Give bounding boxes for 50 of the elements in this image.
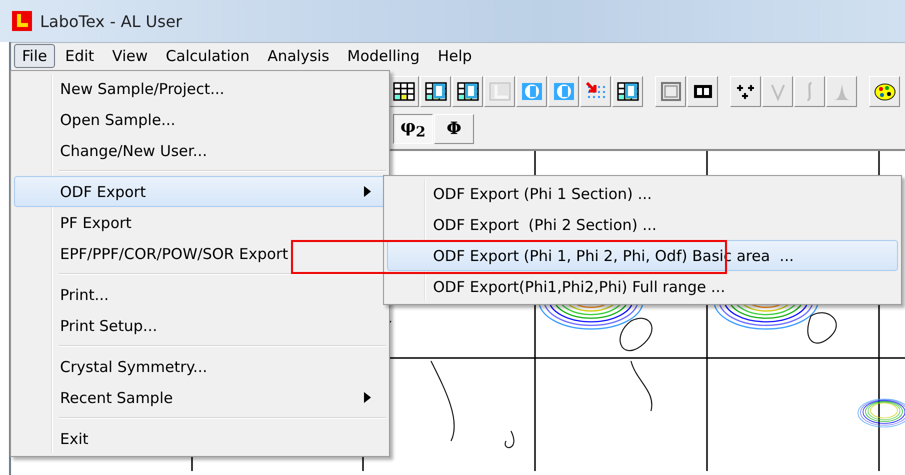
menu-bar-item[interactable]: Edit: [57, 44, 102, 68]
menu-item-label: Crystal Symmetry...: [60, 358, 208, 376]
menu-item-label: Print...: [60, 286, 109, 304]
menu-item-label: ODF Export: [60, 182, 146, 200]
menu-item[interactable]: Open Sample...: [14, 104, 386, 135]
toolbar-button[interactable]: [730, 76, 761, 107]
menu-item[interactable]: Change/New User...: [14, 135, 386, 166]
menu-item[interactable]: Exit: [14, 423, 386, 454]
menu-item-label: EPF/PPF/COR/POW/SOR Export: [60, 244, 288, 262]
grid-icon: [392, 80, 416, 103]
submenu-item[interactable]: ODF Export (Phi 2 Section) ...: [387, 209, 898, 240]
submenu-item[interactable]: ODF Export(Phi1,Phi2,Phi) Full range ...: [387, 271, 898, 302]
menu-bar-item[interactable]: File: [14, 44, 56, 68]
toolbar-button[interactable]: [612, 76, 643, 107]
app-logo-icon: [12, 11, 32, 31]
menu-item[interactable]: Recent Sample: [14, 382, 386, 413]
menu-item-label: New Sample/Project...: [60, 80, 224, 98]
toolbar-button[interactable]: [869, 76, 900, 107]
toolbar-button[interactable]: [687, 76, 718, 107]
menu-item-label: Print Setup...: [60, 316, 158, 334]
menu-bar-item[interactable]: Modelling: [339, 44, 428, 68]
grid-icon: [616, 80, 640, 103]
menu-bar-item[interactable]: Analysis: [259, 44, 338, 68]
menu-item[interactable]: ODF Export: [14, 176, 386, 207]
menu-item[interactable]: Print Setup...: [14, 310, 386, 341]
frame-icon: [658, 80, 682, 103]
integral-icon: [806, 82, 813, 101]
window-title: LaboTex - AL User: [40, 12, 182, 30]
menu-item-label: Recent Sample: [60, 388, 173, 406]
grid-icon: [456, 80, 480, 103]
menu-item[interactable]: Crystal Symmetry...: [14, 351, 386, 382]
toolbar-button[interactable]: [388, 76, 419, 107]
toolbar-button[interactable]: [420, 76, 451, 107]
menu-item-label: Change/New User...: [60, 142, 208, 160]
menu-bar-item[interactable]: Help: [430, 44, 480, 68]
menu-bar-item[interactable]: Calculation: [158, 44, 258, 68]
menu-item-label: Open Sample...: [60, 110, 176, 128]
toolbar-button[interactable]: [452, 76, 483, 107]
menu-item-label: PF Export: [60, 214, 132, 232]
table-icon: [488, 80, 512, 103]
menu-bar-item[interactable]: View: [104, 44, 156, 68]
menu-item-label: Exit: [60, 430, 88, 448]
menu-item[interactable]: Print...: [14, 279, 386, 310]
grid-icon: [424, 80, 448, 103]
menu-item[interactable]: PF Export: [14, 207, 386, 238]
submenu-item[interactable]: ODF Export (Phi 1 Section) ...: [387, 178, 898, 209]
section-button[interactable]: φ$_{2}$: [393, 114, 433, 144]
menu-item[interactable]: New Sample/Project...: [14, 73, 386, 104]
menu-item[interactable]: EPF/PPF/COR/POW/SOR Export: [14, 238, 386, 269]
section-button[interactable]: Φ: [434, 114, 474, 144]
